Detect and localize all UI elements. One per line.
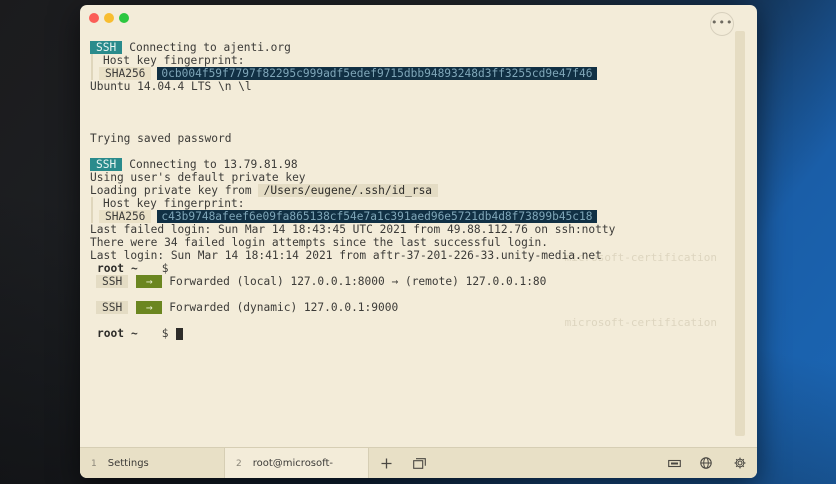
ssh-tag: SSH	[90, 41, 123, 54]
trying-password-line: Trying saved password	[90, 132, 232, 145]
banner-line: Ubuntu 14.04.4 LTS \n \l	[90, 80, 252, 93]
terminal-window: ••• microsoft-certification microsoft-ce…	[80, 5, 757, 478]
active-prompt-line[interactable]: root ~ $	[90, 327, 730, 340]
tab-bar: 1 Settings 2 root@microsoft-certifi...	[80, 447, 757, 478]
gear-icon[interactable]	[726, 448, 754, 478]
text-cursor	[176, 327, 184, 340]
fingerprint-hash: 0cb004f59f7797f82295c999adf5edef9715dbb9…	[157, 67, 597, 80]
arrow-chip: →	[136, 275, 163, 288]
tab-number: 2	[236, 459, 242, 469]
attempts-line: There were 34 failed login attempts sinc…	[90, 236, 549, 249]
forward-text: Forwarded (dynamic) 127.0.0.1:9000	[169, 301, 399, 314]
fingerprint-line-2: SHA256 c43b9748afeef6e09fa865138cf54e7a1…	[91, 210, 730, 223]
fingerprint-line: SHA256 0cb004f59f7797f82295c999adf5edef9…	[91, 67, 730, 80]
plus-icon[interactable]	[372, 448, 400, 478]
tab-terminal[interactable]: 2 root@microsoft-certifi...	[225, 448, 369, 478]
connect-text: Connecting to 13.79.81.98	[129, 158, 298, 171]
prompt-dollar: $	[161, 327, 169, 340]
forward-local-line: SSH → Forwarded (local) 127.0.0.1:8000 →…	[90, 275, 730, 288]
terminal-output[interactable]: SSH Connecting to ajenti.org Host key fi…	[90, 41, 730, 340]
scrollbar[interactable]	[735, 31, 745, 436]
tab-settings[interactable]: 1 Settings	[80, 448, 225, 478]
forward-text: Forwarded (local) 127.0.0.1:8000 → (remo…	[169, 275, 547, 288]
prompt-user: root	[97, 262, 124, 275]
prompt-dollar: $	[161, 262, 169, 275]
fingerprint-heading-text: Host key fingerprint:	[103, 197, 245, 210]
connect-text: Connecting to ajenti.org	[129, 41, 291, 54]
default-key-line: Using user's default private key	[90, 171, 306, 184]
prompt-line: root ~ $	[90, 262, 730, 275]
fingerprint-heading-text: Host key fingerprint:	[103, 54, 245, 67]
ssh-connect-line-2: SSH Connecting to 13.79.81.98	[90, 158, 730, 171]
fingerprint-heading-2: Host key fingerprint:	[91, 197, 730, 210]
key-path: /Users/eugene/.ssh/id_rsa	[257, 184, 439, 197]
more-menu-button[interactable]: •••	[710, 12, 734, 36]
ssh-connect-line: SSH Connecting to ajenti.org	[90, 41, 730, 54]
close-button[interactable]	[89, 13, 99, 23]
sha-label: SHA256	[99, 210, 152, 223]
tab-number: 1	[91, 459, 97, 469]
fingerprint-heading: Host key fingerprint:	[91, 54, 730, 67]
ssh-chip: SSH	[96, 301, 129, 314]
fingerprint-hash: c43b9748afeef6e09fa865138cf54e7a1c391aed…	[157, 210, 597, 223]
failed-login-line: Last failed login: Sun Mar 14 18:43:45 U…	[90, 223, 616, 236]
arrow-chip: →	[136, 301, 163, 314]
minimize-button[interactable]	[104, 13, 114, 23]
globe-icon[interactable]	[692, 448, 720, 478]
prompt-dir: ~	[130, 262, 138, 275]
titlebar: •••	[80, 5, 757, 36]
plug-icon[interactable]	[660, 448, 688, 478]
windows-icon[interactable]	[405, 448, 433, 478]
prompt-user: root	[97, 327, 124, 340]
ssh-chip: SSH	[96, 275, 129, 288]
sha-label: SHA256	[99, 67, 152, 80]
tab-label: root@microsoft-certifi...	[252, 458, 334, 469]
maximize-button[interactable]	[119, 13, 129, 23]
forward-dynamic-line: SSH → Forwarded (dynamic) 127.0.0.1:9000	[90, 301, 730, 314]
last-login-line: Last login: Sun Mar 14 18:41:14 2021 fro…	[90, 249, 602, 262]
tab-label: Settings	[107, 458, 149, 469]
loading-key-line: Loading private key from /Users/eugene/.…	[90, 184, 730, 197]
prompt-dir: ~	[130, 327, 138, 340]
loading-key-text: Loading private key from	[90, 184, 252, 197]
ssh-tag: SSH	[90, 158, 123, 171]
